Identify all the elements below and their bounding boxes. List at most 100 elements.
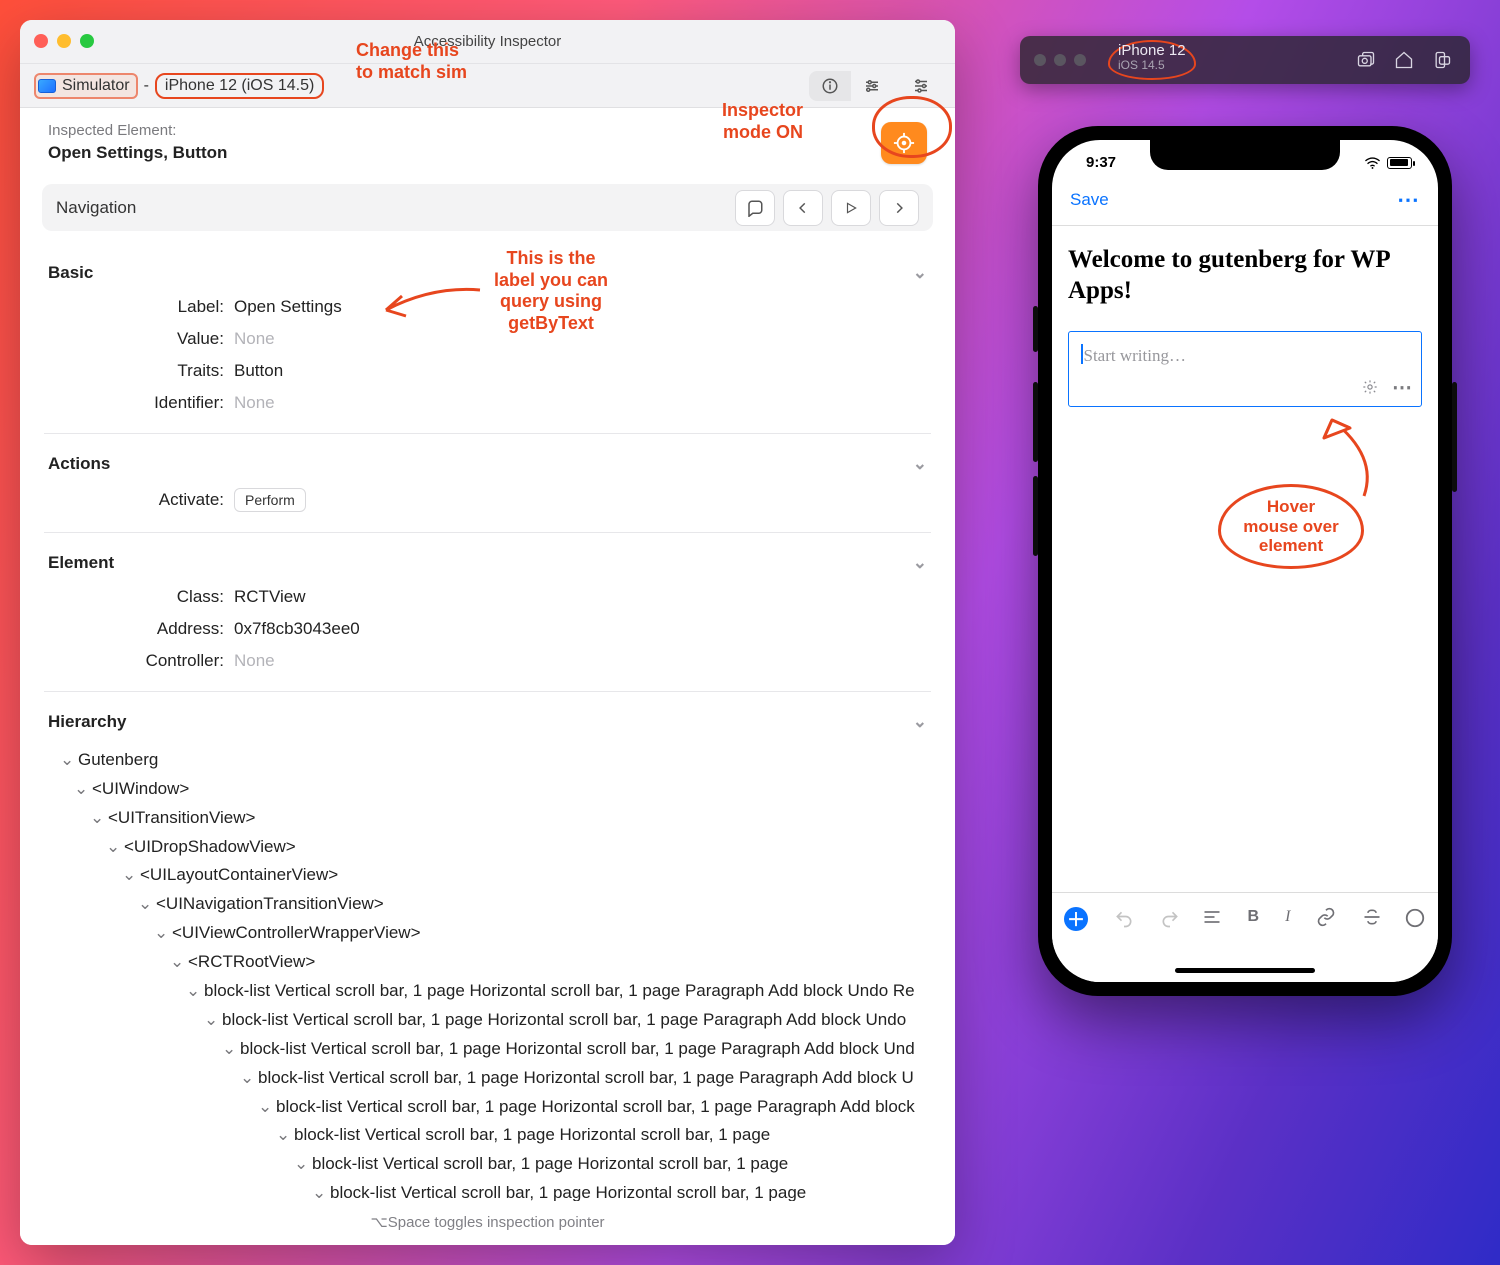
hierarchy-node[interactable]: block-list Vertical scroll bar, 1 page H…: [204, 977, 915, 1006]
hierarchy-node[interactable]: block-list Vertical scroll bar, 1 page H…: [240, 1035, 915, 1064]
iphone-simulator: 9:37 Save ⋯ Welcome to gutenberg for WP …: [1038, 126, 1452, 996]
keyboard-toggle-button[interactable]: [1404, 907, 1426, 929]
speak-button[interactable]: [735, 190, 775, 226]
side-button: [1033, 306, 1038, 352]
basic-section: Label:Open Settings Value:None Traits:Bu…: [20, 291, 955, 419]
minimize-button[interactable]: [57, 34, 71, 48]
strikethrough-button[interactable]: [1362, 907, 1382, 927]
link-button[interactable]: [1316, 907, 1336, 927]
navigation-label: Navigation: [56, 198, 136, 218]
target-process-picker[interactable]: Simulator - iPhone 12 (iOS 14.5): [34, 73, 324, 99]
chevron-down-icon: ⌄: [913, 454, 927, 474]
notch: [1150, 140, 1340, 170]
hierarchy-node[interactable]: block-list Vertical scroll bar, 1 page H…: [222, 1006, 906, 1035]
home-indicator: [1175, 968, 1315, 973]
simulator-window-toolbar: iPhone 12 iOS 14.5: [1020, 36, 1470, 84]
hierarchy-node[interactable]: block-list Vertical scroll bar, 1 page H…: [294, 1121, 770, 1150]
more-menu-button[interactable]: ⋯: [1397, 187, 1420, 213]
sim-device-info: iPhone 12 iOS 14.5: [1108, 40, 1196, 79]
screenshot-button[interactable]: [1352, 46, 1380, 74]
element-class-value: RCTView: [234, 587, 305, 607]
auto-navigate-button[interactable]: [831, 190, 871, 226]
info-mode-button[interactable]: [809, 71, 851, 101]
save-button[interactable]: Save: [1070, 190, 1109, 210]
gear-icon: [1362, 379, 1378, 395]
zoom-button[interactable]: [80, 34, 94, 48]
sim-device-name: iPhone 12: [1118, 43, 1186, 59]
basic-traits-value: Button: [234, 361, 283, 381]
post-title[interactable]: Welcome to gutenberg for WP Apps!: [1068, 244, 1422, 307]
basic-label-value: Open Settings: [234, 297, 342, 317]
block-more-button[interactable]: ⋯: [1392, 375, 1413, 400]
accessibility-inspector-window: Accessibility Inspector Simulator - iPho…: [20, 20, 955, 1245]
settings-button[interactable]: [901, 71, 941, 101]
actions-activate-key: Activate:: [48, 490, 234, 510]
sim-os-version: iOS 14.5: [1118, 59, 1186, 72]
simulator-icon: [38, 79, 56, 93]
inspection-pointer-toggle[interactable]: [881, 122, 927, 164]
sim-zoom-button[interactable]: [1074, 54, 1086, 66]
annotation-hover-callout: Hover mouse over element: [1218, 484, 1364, 569]
sim-minimize-button[interactable]: [1054, 54, 1066, 66]
target-device-label: iPhone 12 (iOS 14.5): [155, 73, 324, 99]
hierarchy-node[interactable]: <UILayoutContainerView>: [140, 861, 338, 890]
navigation-group: Navigation: [42, 184, 933, 231]
next-element-button[interactable]: [879, 190, 919, 226]
clock: 9:37: [1086, 154, 1116, 171]
close-button[interactable]: [34, 34, 48, 48]
perform-button[interactable]: Perform: [234, 488, 306, 512]
hierarchy-node[interactable]: block-list Vertical scroll bar, 1 page H…: [276, 1093, 915, 1122]
basic-traits-key: Traits:: [48, 361, 234, 381]
window-titlebar: Accessibility Inspector: [20, 20, 955, 64]
add-block-button[interactable]: ＋: [1064, 907, 1088, 931]
actions-section: Activate: Perform: [20, 482, 955, 518]
hierarchy-node[interactable]: <UIViewControllerWrapperView>: [172, 919, 421, 948]
basic-value-key: Value:: [48, 329, 234, 349]
bold-button[interactable]: B: [1248, 908, 1260, 926]
open-settings-button[interactable]: [1362, 379, 1378, 395]
chevron-down-icon: ⌄: [913, 553, 927, 573]
basic-identifier-key: Identifier:: [48, 393, 234, 413]
audit-mode-button[interactable]: [851, 71, 893, 101]
hierarchy-node[interactable]: <UITransitionView>: [108, 804, 255, 833]
hierarchy-node[interactable]: block-list Vertical scroll bar, 1 page H…: [312, 1150, 788, 1179]
chevron-down-icon: ⌄: [913, 712, 927, 732]
hierarchy-node[interactable]: <UIDropShadowView>: [124, 833, 296, 862]
sim-close-button[interactable]: [1034, 54, 1046, 66]
rotate-button[interactable]: [1428, 46, 1456, 74]
battery-icon: [1387, 157, 1412, 169]
hierarchy-node[interactable]: Gutenberg: [78, 746, 158, 775]
hierarchy-node[interactable]: block-list Vertical scroll bar, 1 page H…: [330, 1179, 806, 1201]
hierarchy-section-header[interactable]: Hierarchy ⌄: [20, 692, 955, 740]
hierarchy-node[interactable]: <UIWindow>: [92, 775, 189, 804]
redo-button[interactable]: [1160, 909, 1180, 929]
basic-value-value: None: [234, 329, 275, 349]
hierarchy-node[interactable]: block-list Vertical scroll bar, 1 page H…: [258, 1064, 914, 1093]
hierarchy-node[interactable]: <RCTRootView>: [188, 948, 315, 977]
align-button[interactable]: [1202, 907, 1222, 927]
actions-section-header[interactable]: Actions ⌄: [20, 434, 955, 482]
element-section: Class:RCTView Address:0x7f8cb3043ee0 Con…: [20, 581, 955, 677]
footer-hint: ⌥Space toggles inspection pointer: [20, 1201, 955, 1245]
window-title: Accessibility Inspector: [414, 33, 562, 50]
element-class-key: Class:: [48, 587, 234, 607]
basic-label-key: Label:: [48, 297, 234, 317]
inspected-element-value: Open Settings, Button: [48, 143, 227, 163]
hierarchy-tree[interactable]: ⌄Gutenberg ⌄<UIWindow> ⌄<UITransitionVie…: [20, 740, 955, 1201]
element-address-value: 0x7f8cb3043ee0: [234, 619, 360, 639]
italic-button[interactable]: I: [1285, 908, 1290, 926]
paragraph-block[interactable]: Start writing… ⋯: [1068, 331, 1422, 407]
previous-element-button[interactable]: [783, 190, 823, 226]
side-button: [1033, 476, 1038, 556]
traffic-lights[interactable]: [34, 34, 94, 48]
wifi-icon: [1364, 157, 1381, 169]
basic-section-header[interactable]: Basic ⌄: [20, 243, 955, 291]
target-dash: -: [144, 77, 149, 95]
mode-segmented-control[interactable]: [809, 71, 893, 101]
element-section-header[interactable]: Element ⌄: [20, 533, 955, 581]
undo-button[interactable]: [1114, 909, 1134, 929]
hierarchy-node[interactable]: <UINavigationTransitionView>: [156, 890, 384, 919]
side-button: [1033, 382, 1038, 462]
home-button[interactable]: [1390, 46, 1418, 74]
chevron-down-icon: ⌄: [913, 263, 927, 283]
